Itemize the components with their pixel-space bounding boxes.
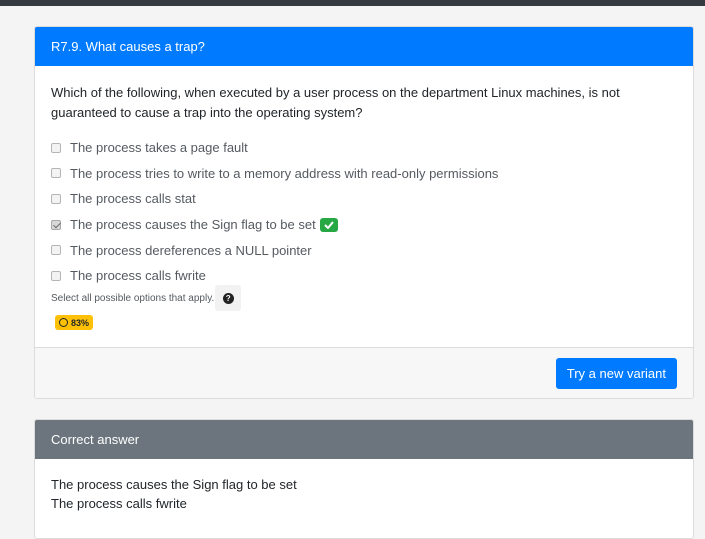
option-page-fault[interactable]: The process takes a page fault (51, 135, 498, 161)
option-readonly-write[interactable]: The process tries to write to a memory a… (51, 161, 498, 187)
option-checkbox[interactable] (51, 142, 61, 153)
circle-icon (59, 318, 68, 327)
answer-card: Correct answer The process causes the Si… (34, 419, 694, 539)
question-title: R7.9. What causes a trap? (35, 27, 693, 66)
option-label: The process calls fwrite (70, 268, 206, 284)
score-value: 83% (71, 317, 90, 328)
option-checkbox[interactable] (51, 193, 61, 204)
question-prompt: Which of the following, when executed by… (51, 85, 620, 120)
try-new-variant-button[interactable]: Try a new variant (555, 358, 677, 389)
option-label: The process tries to write to a memory a… (70, 165, 499, 181)
question-circle-icon: ? (222, 292, 234, 304)
top-navbar (0, 0, 705, 6)
answer-list: The process causes the Sign flag to be s… (51, 475, 297, 513)
help-text: Select all possible options that apply. (51, 292, 215, 304)
answer-item: The process calls fwrite (51, 496, 187, 511)
help-row: Select all possible options that apply. … (51, 285, 242, 311)
answer-title: Correct answer (35, 420, 693, 459)
question-card-footer: Try a new variant (35, 347, 693, 398)
option-label: The process calls stat (70, 191, 196, 207)
answer-item: The process causes the Sign flag to be s… (51, 477, 297, 492)
option-calls-stat[interactable]: The process calls stat (51, 186, 498, 212)
option-label: The process takes a page fault (70, 140, 248, 156)
help-button[interactable]: ? (215, 285, 242, 311)
options-list: The process takes a page fault The proce… (51, 135, 498, 289)
question-card: R7.9. What causes a trap? Which of the f… (34, 26, 694, 399)
option-checkbox[interactable] (51, 168, 61, 179)
option-label: The process dereferences a NULL pointer (70, 242, 312, 258)
option-checkbox[interactable] (51, 270, 61, 281)
check-icon (319, 217, 338, 232)
option-sign-flag[interactable]: The process causes the Sign flag to be s… (51, 212, 498, 238)
score-badge: 83% (55, 315, 94, 330)
option-checkbox[interactable] (51, 245, 61, 256)
option-checkbox-checked[interactable] (51, 219, 61, 230)
option-null-deref[interactable]: The process dereferences a NULL pointer (51, 237, 498, 263)
option-label: The process causes the Sign flag to be s… (70, 217, 316, 233)
